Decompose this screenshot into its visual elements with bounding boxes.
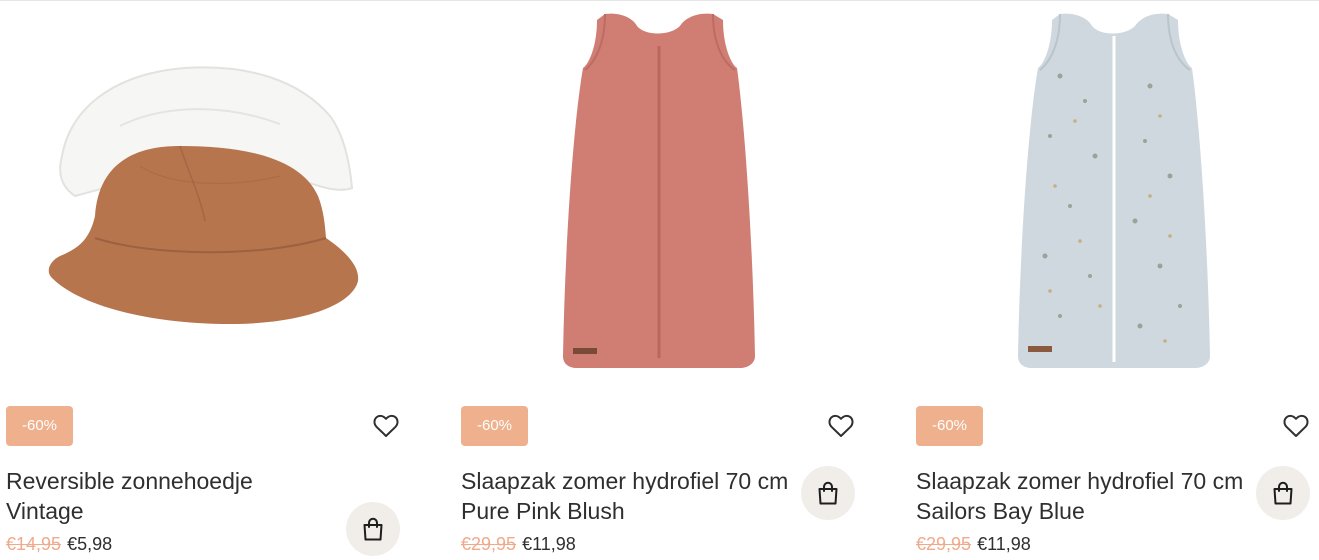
shopping-bag-icon <box>1273 481 1293 505</box>
product-card: -60% Slaapzak zomer hydrofiel 70 cm Pure… <box>455 0 865 560</box>
discount-badge: -60% <box>461 406 528 446</box>
heart-icon[interactable] <box>827 412 855 440</box>
sale-price: €11,98 <box>522 534 576 554</box>
product-image-bucket-hat[interactable] <box>0 6 410 386</box>
product-title[interactable]: Slaapzak zomer hydrofiel 70 cm Sailors B… <box>916 466 1246 526</box>
heart-icon[interactable] <box>372 412 400 440</box>
discount-badge: -60% <box>916 406 983 446</box>
product-image-sleeping-bag-pink[interactable] <box>455 6 865 386</box>
sale-price: €11,98 <box>977 534 1031 554</box>
product-prices: €29,95 €11,98 <box>461 532 576 556</box>
add-to-cart-button[interactable] <box>801 466 855 520</box>
product-image-sleeping-bag-blue[interactable] <box>910 6 1319 386</box>
add-to-cart-button[interactable] <box>346 502 400 556</box>
product-title[interactable]: Reversible zonnehoedje Vintage <box>6 466 336 526</box>
discount-badge: -60% <box>6 406 73 446</box>
old-price: €29,95 <box>916 534 972 554</box>
shopping-bag-icon <box>363 517 383 541</box>
product-card: -60% Slaapzak zomer hydrofiel 70 cm Sail… <box>910 0 1319 560</box>
add-to-cart-button[interactable] <box>1256 466 1310 520</box>
product-title[interactable]: Slaapzak zomer hydrofiel 70 cm Pure Pink… <box>461 466 791 526</box>
old-price: €14,95 <box>6 534 62 554</box>
product-prices: €14,95 €5,98 <box>6 532 112 556</box>
product-prices: €29,95 €11,98 <box>916 532 1031 556</box>
old-price: €29,95 <box>461 534 517 554</box>
heart-icon[interactable] <box>1282 412 1310 440</box>
product-card: -60% Reversible zonnehoedje Vintage €14,… <box>0 0 410 560</box>
sale-price: €5,98 <box>67 534 113 554</box>
shopping-bag-icon <box>818 481 838 505</box>
